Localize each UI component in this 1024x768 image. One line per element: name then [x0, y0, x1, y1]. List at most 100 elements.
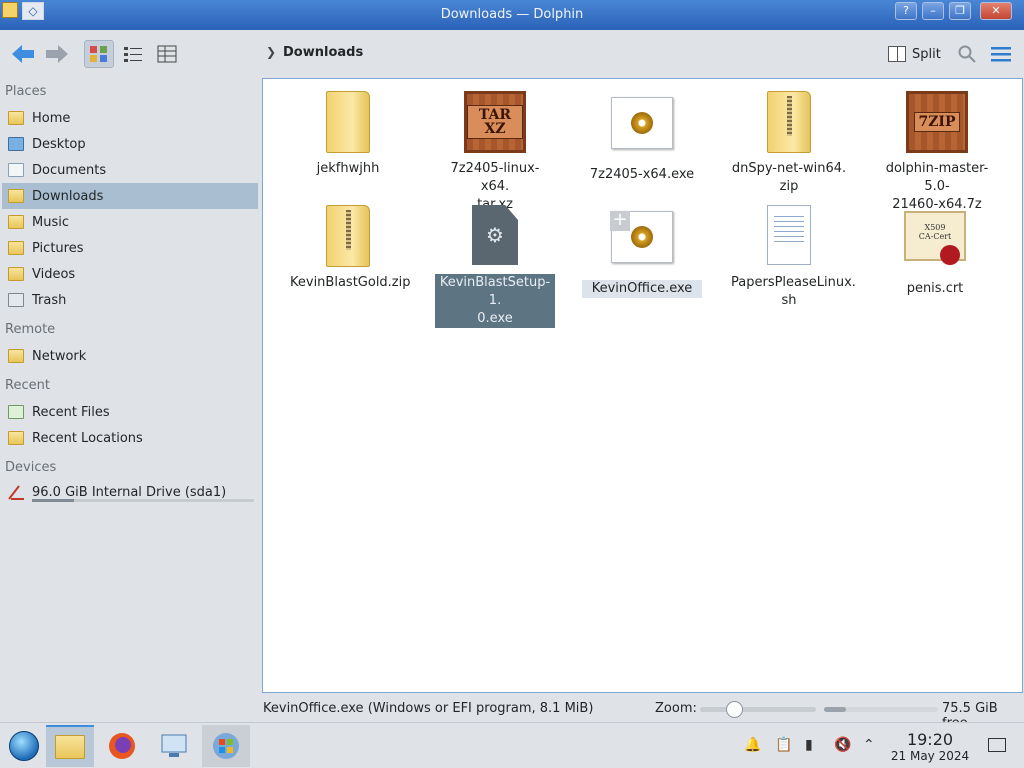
file-item-hovered[interactable]: + KevinOffice.exe: [582, 205, 702, 298]
home-folder-icon: [7, 109, 25, 127]
network-folder-icon: [7, 347, 25, 365]
file-name: penis.crt: [906, 281, 964, 296]
clock-date: 21 May 2024: [890, 749, 970, 763]
file-item-selected[interactable]: ⚙ KevinBlastSetup-1. 0.exe: [435, 205, 555, 328]
file-view[interactable]: jekfhwjhh TAR XZ 7z2405-linux-x64. tar.x…: [262, 78, 1023, 693]
toolbar: ❯ Downloads Split: [0, 30, 1024, 78]
zoom-slider-handle[interactable]: [725, 701, 743, 718]
split-button[interactable]: Split: [888, 42, 941, 66]
clock[interactable]: 19:20 21 May 2024: [888, 732, 972, 764]
videos-folder-icon: [7, 265, 25, 283]
recent-files-icon: [7, 403, 25, 421]
help-button[interactable]: ?: [895, 2, 917, 20]
status-text: KevinOffice.exe (Windows or EFI program,…: [263, 701, 594, 716]
show-desktop-button[interactable]: [988, 738, 1006, 752]
recent-locations-icon: [7, 429, 25, 447]
sidebar-item-desktop[interactable]: Desktop: [2, 131, 258, 157]
task-dolphin[interactable]: [46, 725, 94, 767]
trash-icon: [7, 291, 25, 309]
forward-arrow-icon: [46, 45, 68, 63]
taskbar: 🔔 📋 ▮ 🔇 ⌃ 19:20 21 May 2024: [0, 722, 1024, 768]
zip-folder-icon: [316, 205, 380, 269]
file-name: dnSpy-net-win64. zip: [731, 161, 847, 194]
file-item[interactable]: X509 CA-Cert penis.crt: [875, 205, 995, 298]
clipboard-icon[interactable]: 📋: [775, 737, 792, 753]
volume-muted-icon[interactable]: 🔇: [834, 737, 851, 753]
file-name: KevinBlastSetup-1. 0.exe: [435, 274, 555, 328]
select-toggle-icon[interactable]: +: [610, 211, 630, 231]
back-button[interactable]: [8, 40, 38, 68]
hard-drive-icon: [7, 483, 25, 501]
sidebar-item-label: Desktop: [32, 136, 86, 152]
sidebar-item-trash[interactable]: Trash: [2, 287, 258, 313]
notifications-icon[interactable]: 🔔: [744, 737, 761, 753]
status-bar: KevinOffice.exe (Windows or EFI program,…: [0, 698, 1024, 731]
section-devices: Devices: [5, 460, 57, 475]
hamburger-menu-icon: [991, 47, 1011, 62]
pictures-folder-icon: [7, 239, 25, 257]
sidebar-item-documents[interactable]: Documents: [2, 157, 258, 183]
zoom-label: Zoom:: [655, 701, 697, 716]
icons-view-button[interactable]: [84, 40, 114, 68]
file-name: KevinBlastGold.zip: [290, 275, 411, 290]
search-icon: [958, 45, 976, 63]
drive-usage-bar: [32, 499, 254, 502]
sidebar-item-network[interactable]: Network: [2, 343, 258, 369]
folder-icon: [316, 91, 380, 155]
sidebar-item-label: Downloads: [32, 188, 104, 204]
window-title: Downloads — Dolphin: [440, 7, 584, 22]
task-windows-app[interactable]: [202, 725, 250, 767]
start-menu-button[interactable]: [0, 725, 48, 767]
sidebar-item-label: Documents: [32, 162, 107, 178]
sidebar-item-home[interactable]: Home: [2, 105, 258, 131]
file-name: 7z2405-x64.exe: [589, 167, 695, 182]
forward-button[interactable]: [42, 40, 72, 68]
file-item[interactable]: TAR XZ 7z2405-linux-x64. tar.xz: [435, 91, 555, 214]
split-label: Split: [912, 46, 941, 62]
sidebar-item-label: Trash: [32, 292, 67, 308]
file-name: jekfhwjhh: [316, 161, 380, 176]
sidebar-item-pictures[interactable]: Pictures: [2, 235, 258, 261]
sidebar-item-downloads[interactable]: Downloads: [2, 183, 258, 209]
firefox-icon: [109, 733, 135, 759]
sidebar-item-label: Network: [32, 348, 87, 364]
file-item[interactable]: KevinBlastGold.zip: [288, 205, 411, 292]
hamburger-menu-button[interactable]: [986, 40, 1016, 68]
sidebar-item-videos[interactable]: Videos: [2, 261, 258, 287]
sidebar-item-label: Home: [32, 110, 71, 126]
documents-icon: [7, 161, 25, 179]
sidebar-item-recent-files[interactable]: Recent Files: [2, 399, 258, 425]
search-button[interactable]: [952, 40, 982, 68]
sidebar-item-label: Music: [32, 214, 69, 230]
maximize-button[interactable]: ❐: [949, 2, 971, 20]
places-panel: Places Home Desktop Documents Downloads …: [0, 78, 262, 698]
file-item[interactable]: PapersPleaseLinux. sh: [729, 205, 856, 310]
script-icon: [757, 205, 821, 269]
expand-tray-icon[interactable]: ⌃: [863, 737, 875, 753]
file-item[interactable]: jekfhwjhh: [288, 91, 408, 178]
zoom-slider[interactable]: [700, 701, 816, 718]
file-item[interactable]: dnSpy-net-win64. zip: [729, 91, 849, 196]
file-name: PapersPleaseLinux. sh: [731, 275, 856, 308]
file-item[interactable]: 7z2405-x64.exe: [582, 91, 702, 184]
battery-icon[interactable]: ▮: [805, 737, 813, 753]
details-view-button[interactable]: [152, 40, 182, 68]
system-settings-icon: [161, 734, 187, 757]
sidebar-item-label: 96.0 GiB Internal Drive (sda1): [32, 484, 227, 500]
section-recent: Recent: [5, 378, 50, 393]
details-view-icon: [157, 45, 177, 63]
sidebar-item-music[interactable]: Music: [2, 209, 258, 235]
task-system-settings[interactable]: [150, 725, 198, 767]
section-remote: Remote: [5, 322, 56, 337]
sidebar-item-recent-locations[interactable]: Recent Locations: [2, 425, 258, 451]
close-button[interactable]: ✕: [980, 2, 1012, 20]
sidebar-item-label: Recent Files: [32, 404, 110, 420]
compact-view-button[interactable]: [118, 40, 148, 68]
sidebar-item-label: Recent Locations: [32, 430, 143, 446]
task-firefox[interactable]: [98, 725, 146, 767]
breadcrumb-chevron-icon[interactable]: ❯: [266, 45, 276, 59]
minimize-button[interactable]: –: [922, 2, 944, 20]
file-item[interactable]: 7ZIP dolphin-master-5.0- 21460-x64.7z: [875, 91, 999, 214]
breadcrumb-downloads[interactable]: Downloads: [283, 45, 363, 60]
certificate-icon: X509 CA-Cert: [903, 211, 967, 275]
